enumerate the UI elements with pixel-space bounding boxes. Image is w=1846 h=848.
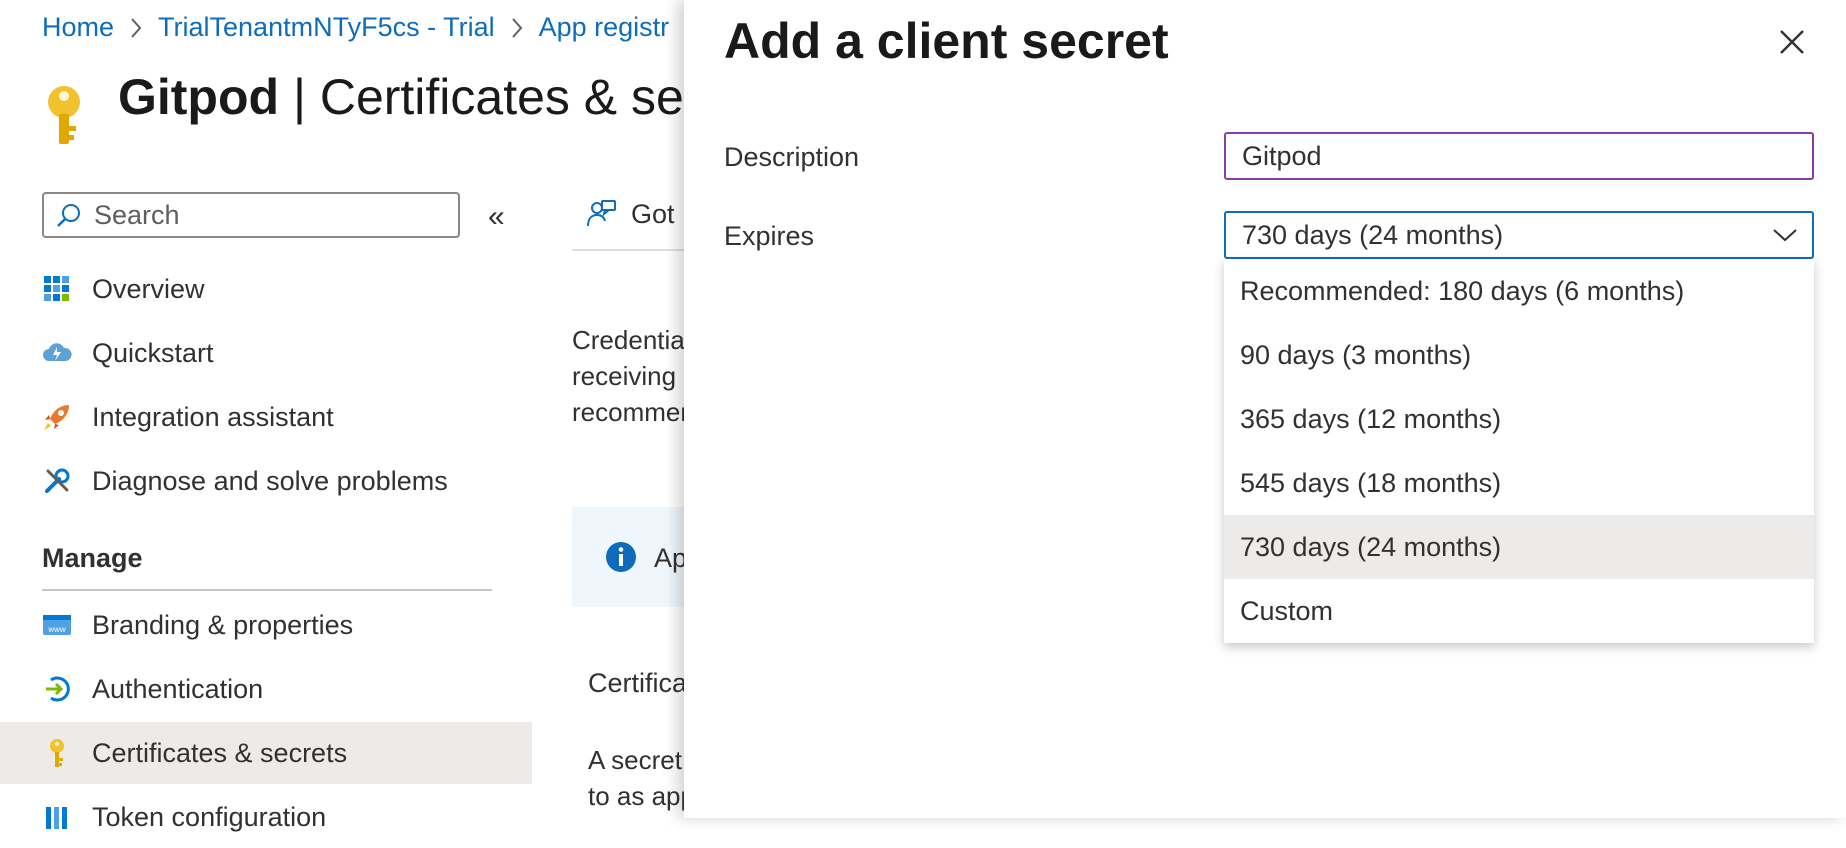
description-field[interactable] [1224,132,1814,180]
got-feedback-button[interactable]: Got [585,198,675,230]
breadcrumb-app-registrations[interactable]: App registr [539,12,670,43]
sidebar-item-token-configuration[interactable]: Token configuration [42,786,532,848]
expires-option-custom[interactable]: Custom [1224,579,1814,643]
authentication-icon [42,674,72,704]
chevron-right-icon [114,17,158,39]
token-bars-icon [42,802,72,832]
collapse-sidebar-button[interactable]: « [488,200,505,234]
sidebar-item-label: Branding & properties [92,609,354,640]
sidebar-search[interactable] [42,192,460,238]
sidebar-item-label: Certificates & secrets [92,737,348,768]
expires-option-365-days[interactable]: 365 days (12 months) [1224,387,1814,451]
quickstart-cloud-icon [42,338,72,368]
sidebar-item-label: Token configuration [92,801,327,832]
chevron-down-icon [1772,227,1798,243]
sidebar-item-branding[interactable]: www Branding & properties [42,594,532,656]
sidebar-item-label: Integration assistant [92,401,334,432]
sidebar-item-integration-assistant[interactable]: Integration assistant [42,386,532,448]
svg-text:www: www [47,625,66,634]
expires-label: Expires [724,221,815,251]
chevron-right-icon [495,17,539,39]
breadcrumb-home[interactable]: Home [42,12,114,43]
key-icon [42,738,72,768]
breadcrumb: Home TrialTenantmNTyF5cs - Trial App reg… [42,12,669,43]
info-icon [605,541,637,578]
overview-grid-icon [42,274,72,304]
page-title-app: Gitpod [118,69,280,125]
sidebar-item-label: Overview [92,273,205,304]
credentials-description: Credentia receiving recommen [572,322,692,430]
sidebar-item-label: Quickstart [92,337,214,368]
page-title: Gitpod | Certificates & secr [118,68,726,126]
sidebar-item-quickstart[interactable]: Quickstart [42,322,532,384]
expires-option-90-days[interactable]: 90 days (3 months) [1224,323,1814,387]
toolbar-divider [572,249,692,251]
expires-option-545-days[interactable]: 545 days (18 months) [1224,451,1814,515]
expires-select[interactable]: 730 days (24 months) [1224,211,1814,259]
secret-description: A secret to as app [588,742,695,814]
expires-option-730-days[interactable]: 730 days (24 months) [1224,515,1814,579]
key-icon [44,84,84,151]
page-title-section: Certificates & secr [319,69,726,125]
sidebar-item-label: Authentication [92,673,264,704]
search-icon [56,202,82,228]
expires-selected-value: 730 days (24 months) [1242,219,1504,250]
sidebar-item-certificates-secrets[interactable]: Certificates & secrets [0,722,532,784]
add-client-secret-panel: Add a client secret Description Expires … [684,0,1846,818]
text-line: Credentia [572,325,685,355]
panel-title: Add a client secret [724,13,1169,69]
close-icon [1780,30,1804,54]
close-button[interactable] [1776,26,1808,58]
expires-option-180-days[interactable]: Recommended: 180 days (6 months) [1224,259,1814,323]
wrench-icon [42,466,72,496]
rocket-icon [42,402,72,432]
expires-dropdown-list: Recommended: 180 days (6 months) 90 days… [1224,259,1814,643]
manage-section-header: Manage [42,543,143,573]
sidebar-item-diagnose[interactable]: Diagnose and solve problems [42,450,532,512]
page-title-separator: | [279,69,320,125]
feedback-label: Got [631,198,675,229]
description-label: Description [724,142,860,172]
search-input[interactable] [92,198,426,232]
info-text: Ap [654,543,688,573]
feedback-icon [585,198,617,230]
breadcrumb-tenant[interactable]: TrialTenantmNTyF5cs - Trial [158,12,495,43]
sidebar-item-authentication[interactable]: Authentication [42,658,532,720]
certificates-heading: Certifica [588,668,688,698]
text-line: receiving [572,361,677,391]
sidebar-item-overview[interactable]: Overview [42,258,532,320]
text-line: recommen [572,397,692,427]
www-icon: www [42,610,72,640]
section-divider [42,589,492,591]
text-line: A secret [588,745,682,775]
sidebar-item-label: Diagnose and solve problems [92,465,448,496]
text-line: to as app [588,781,695,811]
